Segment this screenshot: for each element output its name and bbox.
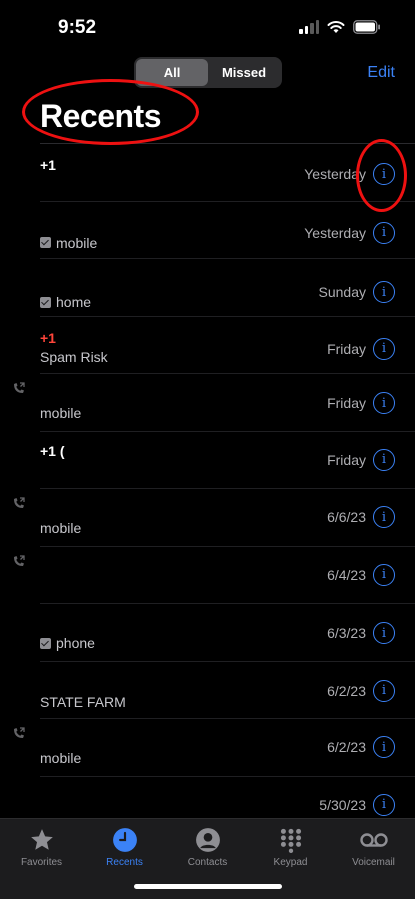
info-icon[interactable]: i xyxy=(373,793,395,816)
call-date: Friday xyxy=(327,340,366,357)
call-type: mobile xyxy=(40,520,82,536)
checkbox-icon xyxy=(40,237,51,248)
call-row[interactable]: mobile 6/2/23 i xyxy=(0,718,415,776)
info-icon[interactable]: i xyxy=(373,281,395,303)
caller-label: STATE FARM xyxy=(40,693,126,710)
tab-label: Contacts xyxy=(187,857,228,868)
person-circle-icon xyxy=(193,827,223,853)
annotation-circle-info xyxy=(356,139,407,212)
status-icons xyxy=(299,20,381,34)
call-date: 6/3/23 xyxy=(327,625,366,641)
caller-name: +1 xyxy=(40,157,56,173)
outgoing-call-icon xyxy=(14,497,25,508)
call-row[interactable]: mobile 6/6/23 i xyxy=(0,488,415,546)
call-row[interactable]: +1 ( Friday i xyxy=(0,430,415,489)
cellular-signal-icon xyxy=(299,20,319,34)
call-row[interactable]: 6/4/23 i xyxy=(0,545,415,604)
call-row[interactable]: +1 Yesterday i xyxy=(0,143,415,201)
outgoing-call-icon xyxy=(14,727,25,738)
call-row[interactable]: mobile Yesterday i xyxy=(0,200,415,259)
call-date: Friday xyxy=(327,451,366,468)
voicemail-icon xyxy=(359,827,389,853)
clock-icon xyxy=(110,827,140,853)
annotation-circle-title xyxy=(22,79,199,145)
info-icon[interactable]: i xyxy=(373,679,395,702)
info-icon[interactable]: i xyxy=(373,506,395,528)
edit-button[interactable]: Edit xyxy=(367,64,395,82)
call-date: Friday xyxy=(327,395,366,411)
info-icon[interactable]: i xyxy=(373,392,395,414)
info-icon[interactable]: i xyxy=(373,221,395,244)
call-date: 6/2/23 xyxy=(327,682,366,699)
info-icon[interactable]: i xyxy=(373,448,395,471)
filter-missed-tab[interactable]: Missed xyxy=(208,59,280,86)
spam-label: Spam Risk xyxy=(40,348,108,365)
checkbox-icon xyxy=(40,637,51,649)
outgoing-call-icon xyxy=(14,382,25,393)
caller-name: +1 ( xyxy=(40,442,65,459)
tab-label: Voicemail xyxy=(352,857,395,868)
info-icon[interactable]: i xyxy=(373,622,395,644)
recents-list[interactable]: +1 Yesterday i mobile Yesterday i home S… xyxy=(0,143,415,819)
call-type: mobile xyxy=(40,405,82,421)
checkbox-icon xyxy=(40,296,51,308)
call-row[interactable]: 5/30/23 i xyxy=(0,775,415,820)
info-icon[interactable]: i xyxy=(373,337,395,360)
info-icon[interactable]: i xyxy=(373,736,395,758)
star-icon xyxy=(27,827,57,853)
call-type: mobile xyxy=(40,750,82,766)
call-date: 5/30/23 xyxy=(319,796,366,813)
outgoing-call-icon xyxy=(14,554,25,566)
tab-voicemail[interactable]: Voicemail xyxy=(332,819,415,899)
status-time: 9:52 xyxy=(58,17,97,38)
call-row[interactable]: mobile Friday i xyxy=(0,373,415,431)
tab-label: Keypad xyxy=(273,857,308,868)
home-indicator[interactable] xyxy=(134,884,282,889)
wifi-icon xyxy=(327,21,345,33)
caller-name: +1 xyxy=(40,329,56,346)
tab-favorites[interactable]: Favorites xyxy=(0,819,83,899)
status-bar: 9:52 xyxy=(0,0,415,56)
battery-icon xyxy=(353,20,380,34)
tab-label: Favorites xyxy=(20,857,63,868)
call-row[interactable]: STATE FARM 6/2/23 i xyxy=(0,660,415,719)
call-row[interactable]: home Sunday i xyxy=(0,258,415,316)
call-date: 6/2/23 xyxy=(327,739,366,755)
call-date: Sunday xyxy=(318,284,366,300)
call-row[interactable]: +1 Spam Risk Friday i xyxy=(0,315,415,374)
call-date: 6/4/23 xyxy=(327,566,366,583)
info-icon[interactable]: i xyxy=(373,563,395,586)
call-type: phone xyxy=(40,635,95,651)
call-type: mobile xyxy=(40,235,97,251)
tab-label: Recents xyxy=(106,857,143,868)
call-date: Yesterday xyxy=(304,224,366,241)
call-date: 6/6/23 xyxy=(327,509,366,525)
call-type: home xyxy=(40,294,91,310)
call-row[interactable]: phone 6/3/23 i xyxy=(0,603,415,661)
keypad-icon xyxy=(276,827,306,853)
